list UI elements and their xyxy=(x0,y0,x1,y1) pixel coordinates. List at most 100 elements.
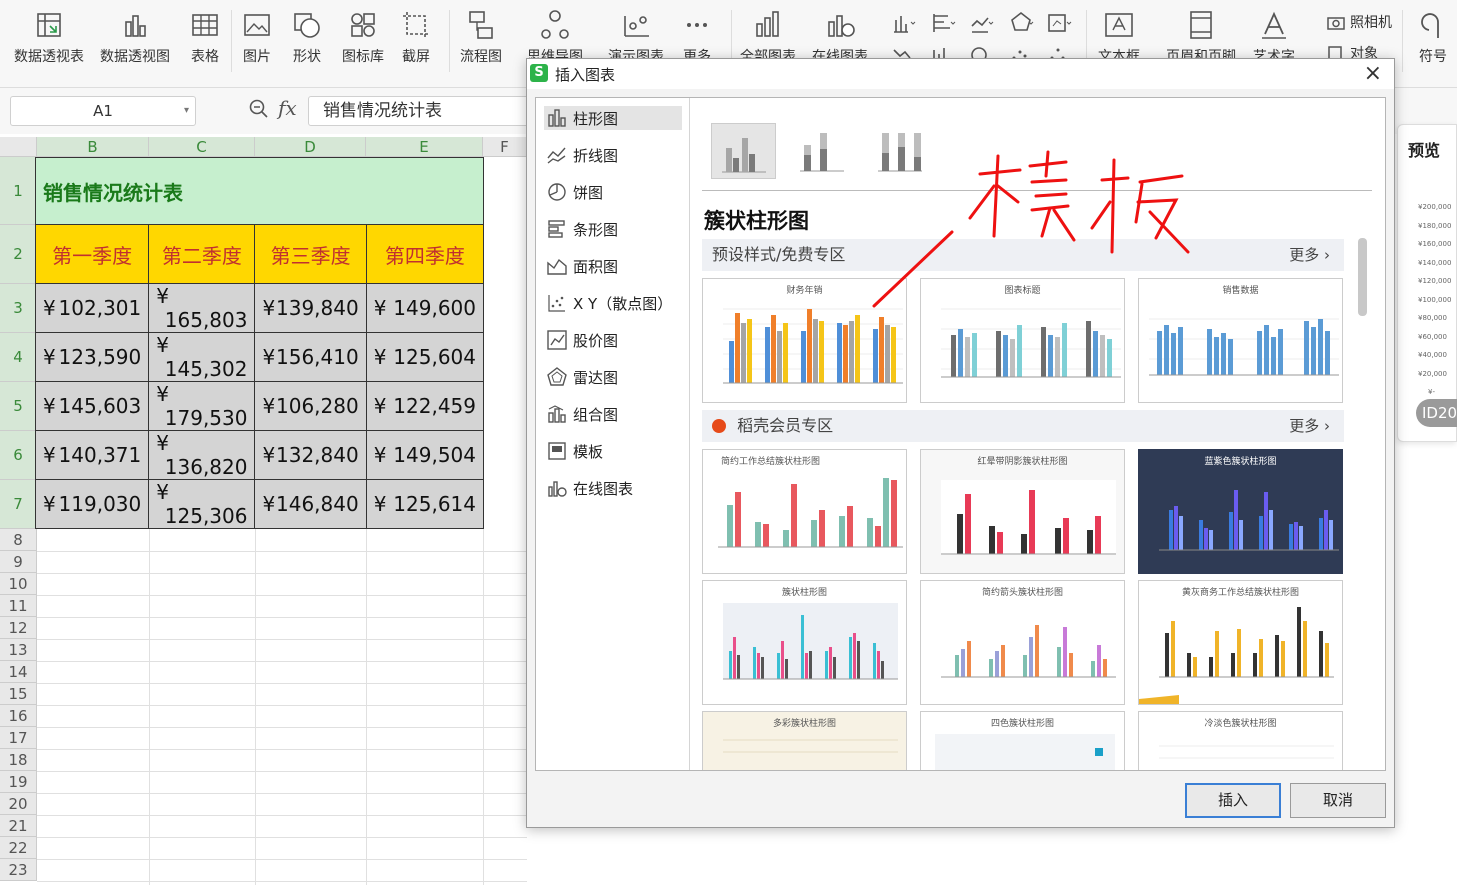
template-thumbnail[interactable]: 蓝紫色簇状柱形图 xyxy=(1138,449,1343,574)
chart-type-template[interactable]: 模板 xyxy=(544,439,682,463)
row-header[interactable]: 23 xyxy=(0,859,37,881)
chart-type-radar[interactable]: 雷达图 xyxy=(544,365,682,389)
value-cell[interactable]: ¥125,306 xyxy=(148,479,256,529)
name-box[interactable]: A1 ▾ xyxy=(10,96,196,126)
close-icon[interactable]: × xyxy=(1364,61,1382,86)
value-cell[interactable]: ¥149,504 xyxy=(365,430,485,480)
value-cell[interactable]: ¥102,301 xyxy=(34,283,150,333)
template-id-badge[interactable]: ID20 xyxy=(1416,399,1457,427)
chart-type-pie[interactable]: 饼图 xyxy=(544,180,682,204)
row-header[interactable]: 8 xyxy=(0,529,37,551)
row-header[interactable]: 10 xyxy=(0,573,37,595)
insert-button[interactable]: 插入 xyxy=(1185,783,1281,818)
chart-type-bar[interactable]: 条形图 xyxy=(544,217,682,241)
picture-button[interactable]: 图片 xyxy=(240,8,274,80)
template-thumbnail[interactable]: 黄灰商务工作总结簇状柱形图 xyxy=(1138,580,1343,705)
select-all-corner[interactable] xyxy=(0,137,37,157)
template-thumbnail[interactable]: 红晕带阴影簇状柱形图 xyxy=(920,449,1125,574)
row-header[interactable]: 7 xyxy=(0,480,37,529)
stock-chart-type-icon[interactable] xyxy=(1046,10,1074,38)
value-cell[interactable]: ¥123,590 xyxy=(34,332,150,382)
chart-type-scatter[interactable]: X Y（散点图） xyxy=(544,291,682,315)
row-header[interactable]: 18 xyxy=(0,749,37,771)
value-cell[interactable]: ¥139,840 xyxy=(254,283,367,333)
fx-button[interactable]: fx xyxy=(278,96,297,120)
value-cell[interactable]: ¥136,820 xyxy=(148,430,256,480)
row-header[interactable]: 9 xyxy=(0,551,37,573)
camera-button[interactable]: 照相机 xyxy=(1326,12,1392,32)
flowchart-button[interactable]: 流程图 xyxy=(460,8,502,80)
subtype-clustered-column[interactable] xyxy=(711,123,776,179)
column-chart-type-icon[interactable] xyxy=(890,10,918,38)
row-header[interactable]: 20 xyxy=(0,793,37,815)
row-header[interactable]: 15 xyxy=(0,683,37,705)
value-cell[interactable]: ¥106,280 xyxy=(254,381,367,431)
table-button[interactable]: 表格 xyxy=(188,8,222,80)
icon-library-button[interactable]: 图标库 xyxy=(342,8,384,80)
quarter-header-cell[interactable]: 第三季度 xyxy=(254,224,367,284)
column-header-c[interactable]: C xyxy=(149,137,255,157)
row-header[interactable]: 12 xyxy=(0,617,37,639)
radar-chart-type-icon[interactable] xyxy=(1008,10,1036,38)
template-thumbnail[interactable]: 冷淡色簇状柱形图 xyxy=(1138,711,1343,770)
value-cell[interactable]: ¥125,614 xyxy=(365,479,485,529)
bar-chart-type-icon[interactable] xyxy=(930,10,958,38)
row-header[interactable]: 16 xyxy=(0,705,37,727)
cancel-button[interactable]: 取消 xyxy=(1290,783,1386,818)
row-header[interactable]: 22 xyxy=(0,837,37,859)
zoom-icon[interactable] xyxy=(248,98,270,120)
value-cell[interactable]: ¥146,840 xyxy=(254,479,367,529)
column-header-d[interactable]: D xyxy=(255,137,366,157)
chart-type-combo[interactable]: 组合图 xyxy=(544,402,682,426)
value-cell[interactable]: ¥119,030 xyxy=(34,479,150,529)
value-cell[interactable]: ¥132,840 xyxy=(254,430,367,480)
row-header[interactable]: 19 xyxy=(0,771,37,793)
template-thumbnail[interactable]: 四色簇状柱形图 xyxy=(920,711,1125,770)
row-header[interactable]: 13 xyxy=(0,639,37,661)
chart-type-column[interactable]: 柱形图 xyxy=(544,106,682,130)
column-header-f[interactable]: F xyxy=(483,137,527,157)
value-cell[interactable]: ¥145,603 xyxy=(34,381,150,431)
template-thumbnail[interactable]: 多彩簇状柱形图 xyxy=(702,711,907,770)
value-cell[interactable]: ¥122,459 xyxy=(365,381,485,431)
row-header[interactable]: 2 xyxy=(0,225,37,284)
quarter-header-cell[interactable]: 第一季度 xyxy=(34,224,150,284)
symbol-button[interactable]: 符号 xyxy=(1416,8,1450,80)
pivot-table-button[interactable]: 数据透视表 xyxy=(14,8,84,80)
row-header[interactable]: 11 xyxy=(0,595,37,617)
row-header[interactable]: 3 xyxy=(0,284,37,333)
value-cell[interactable]: ¥156,410 xyxy=(254,332,367,382)
chart-type-stock[interactable]: 股价图 xyxy=(544,328,682,352)
pivot-chart-button[interactable]: 数据透视图 xyxy=(100,8,170,80)
chart-type-area[interactable]: 面积图 xyxy=(544,254,682,278)
quarter-header-cell[interactable]: 第四季度 xyxy=(365,224,485,284)
more-link[interactable]: 更多 › xyxy=(1289,239,1330,271)
formula-input[interactable]: 销售情况统计表 xyxy=(308,96,538,126)
row-header[interactable]: 14 xyxy=(0,661,37,683)
value-cell[interactable]: ¥140,371 xyxy=(34,430,150,480)
template-thumbnail[interactable]: 簇状柱形图 xyxy=(702,580,907,705)
row-header[interactable]: 6 xyxy=(0,431,37,480)
chart-type-online[interactable]: 在线图表 xyxy=(544,476,682,500)
subtype-stacked-column[interactable] xyxy=(790,123,855,179)
column-header-b[interactable]: B xyxy=(37,137,149,157)
chart-type-line[interactable]: 折线图 xyxy=(544,143,682,167)
row-header[interactable]: 17 xyxy=(0,727,37,749)
row-header[interactable]: 21 xyxy=(0,815,37,837)
quarter-header-cell[interactable]: 第二季度 xyxy=(148,224,256,284)
line-chart-type-icon[interactable] xyxy=(968,10,996,38)
value-cell[interactable]: ¥145,302 xyxy=(148,332,256,382)
row-header[interactable]: 1 xyxy=(0,157,37,225)
screenshot-button[interactable]: 截屏 xyxy=(399,8,433,80)
chevron-down-icon[interactable]: ▾ xyxy=(184,97,189,125)
dialog-title-bar[interactable]: S 插入图表 × xyxy=(527,59,1394,89)
row-header[interactable]: 4 xyxy=(0,333,37,382)
shapes-button[interactable]: 形状 xyxy=(290,8,324,80)
value-cell[interactable]: ¥149,600 xyxy=(365,283,485,333)
template-thumbnail[interactable]: 简约工作总结簇状柱形图 xyxy=(702,449,907,574)
column-header-e[interactable]: E xyxy=(366,137,483,157)
template-thumbnail[interactable]: 简约箭头簇状柱形图 xyxy=(920,580,1125,705)
table-title-cell[interactable]: 销售情况统计表 xyxy=(35,157,484,225)
gallery-scrollbar[interactable] xyxy=(1358,238,1367,316)
value-cell[interactable]: ¥179,530 xyxy=(148,381,256,431)
